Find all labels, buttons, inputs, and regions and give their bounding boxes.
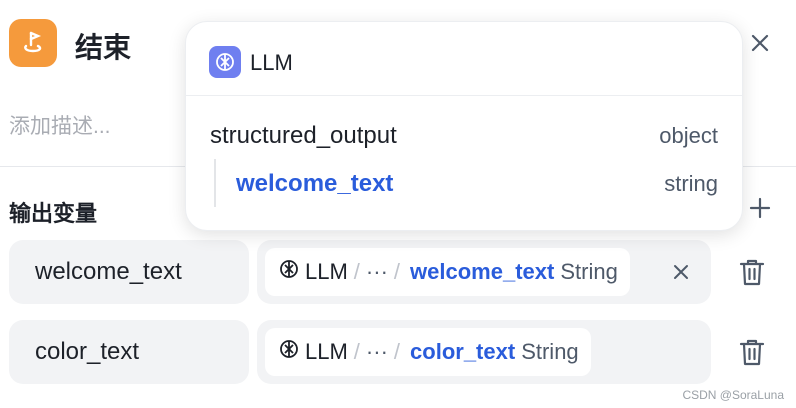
trash-icon[interactable] xyxy=(738,256,766,288)
variable-name: welcome_text xyxy=(410,259,555,284)
variable-picker-popover: LLM structured_output object welcome_tex… xyxy=(185,21,743,231)
source-node-name: LLM xyxy=(305,259,348,284)
trash-icon[interactable] xyxy=(738,336,766,368)
variable-reference-field[interactable]: LLM / ··· / welcome_text String xyxy=(257,240,711,304)
llm-icon xyxy=(279,339,299,365)
output-name: welcome_text xyxy=(35,258,182,285)
path-separator: / xyxy=(353,259,360,284)
path-separator: / xyxy=(393,339,401,364)
output-name-field[interactable]: welcome_text xyxy=(9,240,249,304)
popover-item-type: object xyxy=(659,123,718,148)
source-node-name: LLM xyxy=(305,339,348,364)
variable-reference-field[interactable]: LLM / ··· / color_text String xyxy=(257,320,711,384)
path-ellipsis: ··· xyxy=(365,339,388,364)
variable-reference-chip[interactable]: LLM / ··· / color_text String xyxy=(265,328,591,376)
path-separator: / xyxy=(353,339,360,364)
description-input[interactable]: 添加描述... xyxy=(9,110,111,140)
popover-item-welcome-text[interactable]: welcome_text xyxy=(236,170,393,198)
popover-item-structured-output[interactable]: structured_output xyxy=(210,122,397,150)
variable-name: color_text xyxy=(410,339,516,364)
clear-icon[interactable] xyxy=(669,260,693,284)
popover-header: LLM xyxy=(186,22,742,96)
llm-icon xyxy=(209,46,241,78)
tree-line xyxy=(214,159,216,207)
output-name: color_text xyxy=(35,338,140,365)
plus-icon[interactable] xyxy=(746,194,774,222)
watermark: CSDN @SoraLuna xyxy=(682,388,784,402)
end-node-icon xyxy=(9,19,57,67)
close-icon[interactable] xyxy=(746,29,774,57)
node-title[interactable]: 结束 xyxy=(75,26,131,66)
variable-type: String xyxy=(560,259,618,284)
output-variables-title: 输出变量 xyxy=(9,201,98,226)
path-ellipsis: ··· xyxy=(365,259,388,284)
path-separator: / xyxy=(393,259,401,284)
llm-icon xyxy=(279,259,299,285)
variable-reference-chip[interactable]: LLM / ··· / welcome_text String xyxy=(265,248,630,296)
variable-type: String xyxy=(521,339,579,364)
popover-item-type: string xyxy=(664,171,718,196)
popover-node-name: LLM xyxy=(250,50,293,75)
output-name-field[interactable]: color_text xyxy=(9,320,249,384)
